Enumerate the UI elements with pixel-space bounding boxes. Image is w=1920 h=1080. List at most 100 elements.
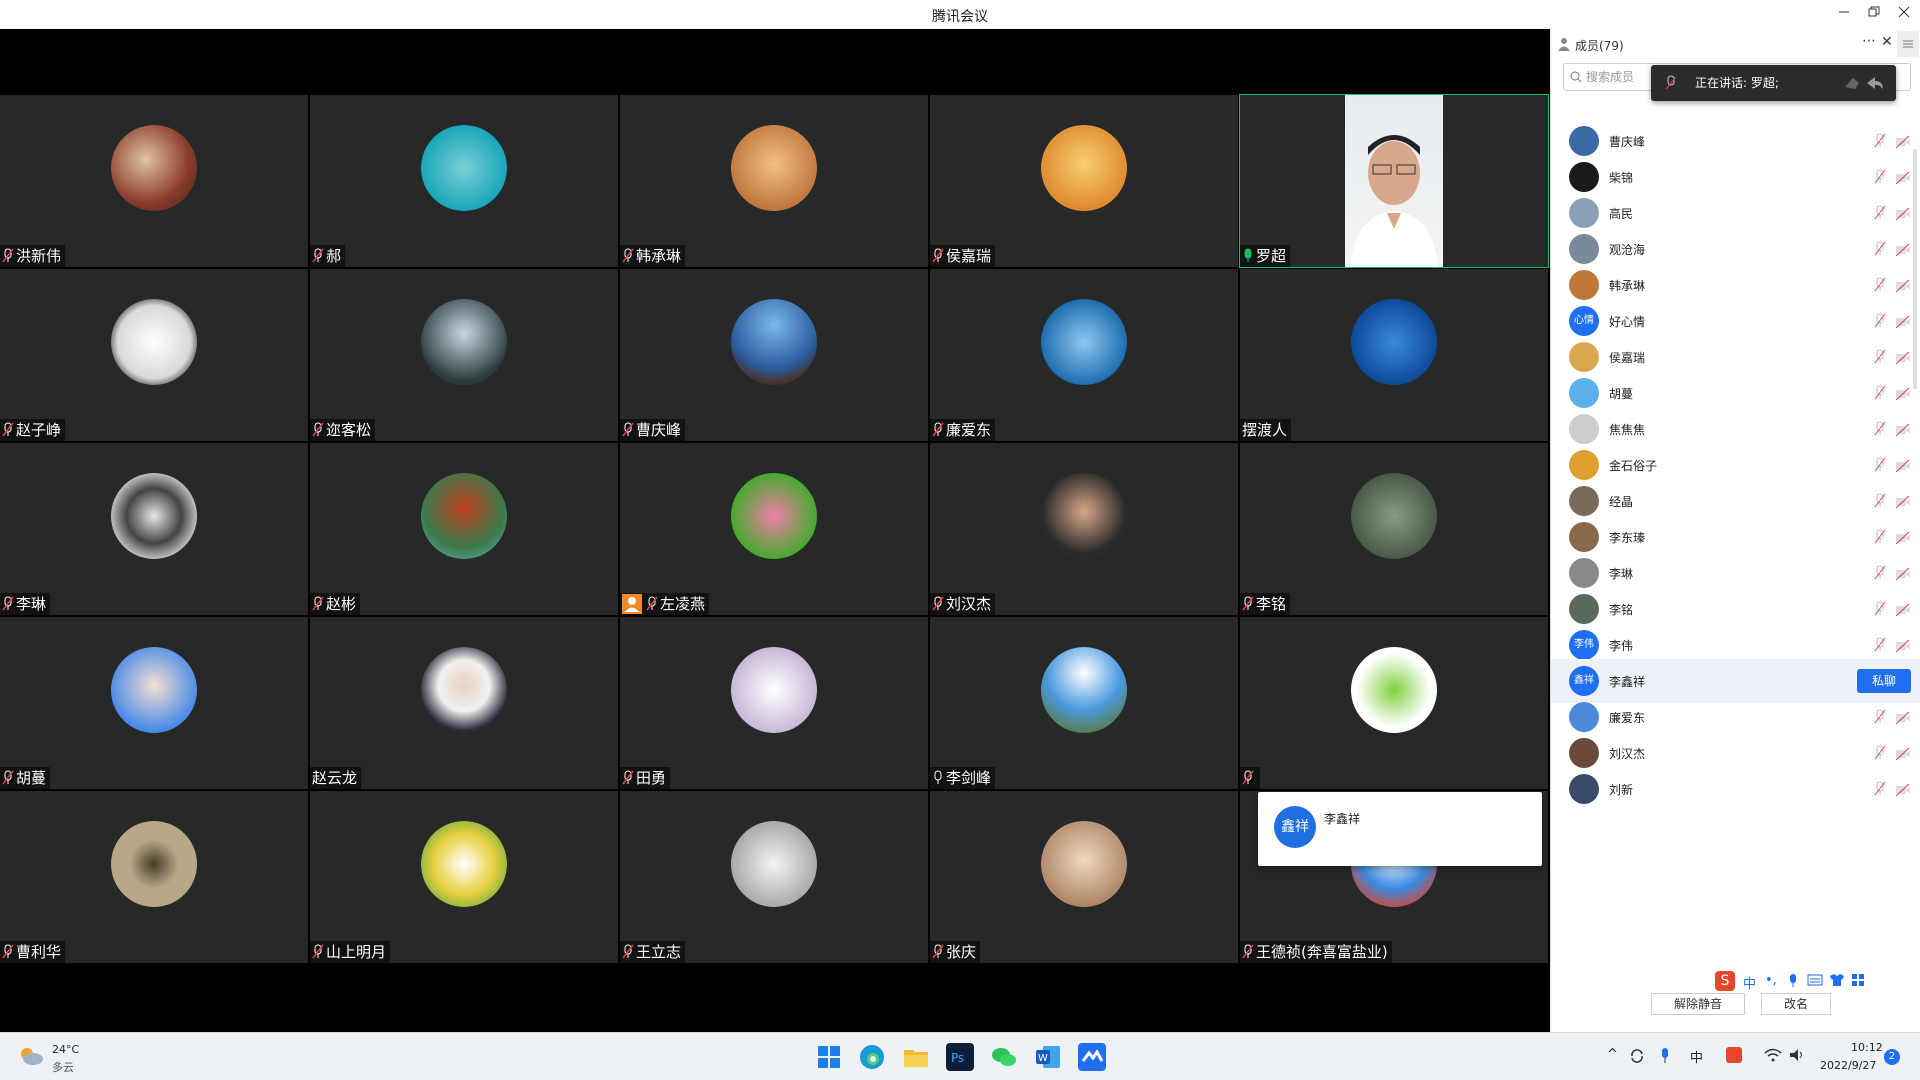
speaking-controls-icon[interactable] (1841, 75, 1887, 91)
wifi-icon[interactable] (1764, 1047, 1782, 1063)
video-tile[interactable]: 刘汉杰 (930, 443, 1238, 615)
member-camera-off-icon[interactable] (1895, 206, 1911, 221)
video-tile[interactable]: 曹利华 (0, 791, 308, 963)
member-mic-muted-icon[interactable] (1873, 601, 1887, 617)
member-popup[interactable]: 鑫祥 李鑫祥 (1258, 792, 1542, 866)
member-camera-off-icon[interactable] (1895, 422, 1911, 437)
video-tile[interactable]: 罗超 (1239, 94, 1549, 268)
member-mic-muted-icon[interactable] (1873, 709, 1887, 725)
member-mic-muted-icon[interactable] (1873, 493, 1887, 509)
video-tile[interactable]: 左凌燕 (620, 443, 928, 615)
video-tile[interactable]: 田勇 (620, 617, 928, 789)
member-mic-muted-icon[interactable] (1873, 385, 1887, 401)
ime-mode[interactable]: 中 (1743, 973, 1756, 992)
windows-start-icon[interactable] (815, 1043, 843, 1071)
video-tile[interactable] (1240, 617, 1548, 789)
video-tile[interactable]: 李剑峰 (930, 617, 1238, 789)
toolbox-icon[interactable] (1851, 973, 1865, 987)
video-tile[interactable]: 赵子峥 (0, 269, 308, 441)
voice-input-icon[interactable] (1787, 973, 1799, 989)
member-camera-off-icon[interactable] (1895, 710, 1911, 725)
video-tile[interactable]: 张庆 (930, 791, 1238, 963)
member-camera-off-icon[interactable] (1895, 350, 1911, 365)
member-mic-muted-icon[interactable] (1873, 169, 1887, 185)
close-icon[interactable] (1888, 0, 1920, 29)
weather-desc[interactable]: 多云 (52, 1059, 74, 1075)
member-mic-muted-icon[interactable] (1873, 421, 1887, 437)
member-mic-muted-icon[interactable] (1873, 349, 1887, 365)
unmute-button[interactable]: 解除静音 (1651, 993, 1745, 1015)
video-tile[interactable]: 摆渡人 (1240, 269, 1548, 441)
member-camera-off-icon[interactable] (1895, 602, 1911, 617)
video-tile[interactable]: 胡蔓 (0, 617, 308, 789)
minimize-icon[interactable] (1828, 0, 1860, 29)
edge-browser-icon[interactable] (858, 1043, 886, 1071)
member-camera-off-icon[interactable] (1895, 458, 1911, 473)
video-tile[interactable]: 侯嘉瑞 (930, 95, 1238, 267)
member-mic-muted-icon[interactable] (1873, 277, 1887, 293)
member-camera-off-icon[interactable] (1895, 314, 1911, 329)
file-explorer-icon[interactable] (902, 1043, 930, 1071)
member-camera-off-icon[interactable] (1895, 782, 1911, 797)
volume-icon[interactable] (1788, 1047, 1806, 1063)
skin-icon[interactable] (1829, 973, 1845, 987)
sogou-icon[interactable]: S (1715, 971, 1735, 991)
sogou-tray-icon[interactable] (1726, 1047, 1742, 1063)
member-mic-muted-icon[interactable] (1873, 529, 1887, 545)
clock-date[interactable]: 2022/9/27 (1820, 1059, 1876, 1072)
member-camera-off-icon[interactable] (1895, 386, 1911, 401)
weather-temp[interactable]: 24°C (52, 1043, 79, 1056)
menu-icon[interactable] (1897, 31, 1919, 57)
video-tile[interactable]: 廉爱东 (930, 269, 1238, 441)
photoshop-icon[interactable]: Ps (946, 1043, 974, 1071)
video-tile[interactable]: 洪新伟 (0, 95, 308, 267)
member-mic-muted-icon[interactable] (1873, 313, 1887, 329)
notification-badge[interactable]: 2 (1884, 1049, 1900, 1065)
clock-time[interactable]: 10:12 (1851, 1041, 1883, 1054)
video-tile[interactable]: 赵彬 (310, 443, 618, 615)
microphone-icon[interactable] (1658, 1047, 1672, 1065)
video-tile[interactable]: 郝 (310, 95, 618, 267)
restore-icon[interactable] (1858, 0, 1890, 29)
member-camera-off-icon[interactable] (1895, 170, 1911, 185)
tencent-meeting-icon[interactable] (1078, 1043, 1106, 1071)
member-list-scrollbar[interactable] (1913, 149, 1917, 389)
weather-cloudy-icon[interactable] (18, 1045, 44, 1067)
member-camera-off-icon[interactable] (1895, 242, 1911, 257)
member-mic-muted-icon[interactable] (1873, 457, 1887, 473)
member-mic-muted-icon[interactable] (1873, 205, 1887, 221)
member-mic-muted-icon[interactable] (1873, 745, 1887, 761)
video-tile[interactable]: 迩客松 (310, 269, 618, 441)
word-icon[interactable]: W (1034, 1043, 1062, 1071)
member-camera-off-icon[interactable] (1895, 746, 1911, 761)
video-tile[interactable]: 李铭 (1240, 443, 1548, 615)
close-icon[interactable]: ✕ (1881, 34, 1893, 50)
private-chat-button[interactable]: 私聊 (1857, 669, 1911, 693)
member-mic-muted-icon[interactable] (1873, 781, 1887, 797)
video-tile[interactable]: 王立志 (620, 791, 928, 963)
rename-button[interactable]: 改名 (1761, 993, 1831, 1015)
member-row[interactable]: 刘新 (1551, 767, 1920, 811)
video-tile[interactable]: 李琳 (0, 443, 308, 615)
video-tile[interactable]: 韩承琳 (620, 95, 928, 267)
member-camera-off-icon[interactable] (1895, 278, 1911, 293)
tray-overflow-icon[interactable]: ^ (1607, 1047, 1618, 1062)
video-tile[interactable]: 赵云龙 (310, 617, 618, 789)
keyboard-icon[interactable] (1807, 974, 1823, 986)
sync-icon[interactable] (1628, 1047, 1646, 1065)
wechat-icon[interactable] (990, 1043, 1018, 1071)
member-mic-muted-icon[interactable] (1873, 133, 1887, 149)
video-tile[interactable]: 曹庆峰 (620, 269, 928, 441)
member-mic-muted-icon[interactable] (1873, 637, 1887, 653)
member-mic-muted-icon[interactable] (1873, 241, 1887, 257)
punctuation-icon[interactable]: •, (1765, 973, 1777, 988)
member-camera-off-icon[interactable] (1895, 638, 1911, 653)
more-icon[interactable]: ⋯ (1862, 33, 1876, 49)
member-camera-off-icon[interactable] (1895, 530, 1911, 545)
member-camera-off-icon[interactable] (1895, 566, 1911, 581)
member-camera-off-icon[interactable] (1895, 134, 1911, 149)
video-tile[interactable]: 山上明月 (310, 791, 618, 963)
member-camera-off-icon[interactable] (1895, 494, 1911, 509)
ime-indicator-icon[interactable]: 中 (1690, 1047, 1703, 1066)
member-mic-muted-icon[interactable] (1873, 565, 1887, 581)
